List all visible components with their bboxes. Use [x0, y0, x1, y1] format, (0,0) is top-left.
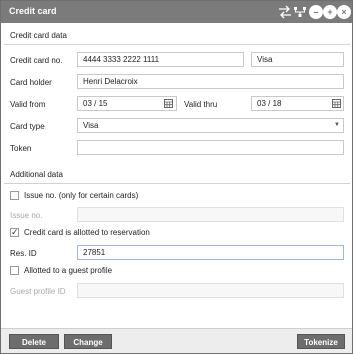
card-type-select[interactable]: Visa [77, 118, 344, 133]
maximize-icon[interactable]: + [323, 5, 337, 19]
token-input[interactable] [77, 140, 344, 155]
res-id-label: Res. ID [10, 249, 37, 258]
guest-profile-id-input[interactable] [77, 283, 344, 298]
window-title: Credit card [9, 6, 57, 16]
card-holder-input[interactable]: Henri Delacroix [77, 74, 344, 89]
change-button[interactable]: Change [64, 334, 112, 349]
card-no-label: Credit card no. [10, 56, 63, 65]
section-title-credit-card-data: Credit card data [10, 31, 67, 40]
section-title-additional-data: Additional data [10, 170, 63, 179]
checkmark-icon: ✓ [11, 227, 19, 237]
guest-profile-checkbox-label: Allotted to a guest profile [24, 266, 113, 275]
credit-card-dialog: Credit card – + × Credit card data Credi… [0, 0, 353, 354]
title-bar: Credit card – + × [1, 1, 352, 23]
close-icon[interactable]: × [337, 5, 351, 19]
card-holder-label: Card holder [10, 78, 52, 87]
delete-button[interactable]: Delete [9, 334, 59, 349]
calendar-icon[interactable] [332, 99, 341, 108]
dialog-footer: Delete Change Tokenize [1, 328, 352, 353]
minimize-icon[interactable]: – [309, 5, 323, 19]
token-label: Token [10, 144, 32, 153]
valid-from-value: 03 / 15 [83, 99, 108, 108]
swap-arrows-icon[interactable] [278, 5, 292, 19]
issue-no-checkbox[interactable] [10, 191, 19, 200]
calendar-icon[interactable] [164, 99, 173, 108]
divider [4, 183, 350, 184]
guest-profile-id-label: Guest profile ID [10, 287, 66, 296]
allotted-reservation-checkbox-label: Credit card is allotted to reservation [24, 228, 150, 237]
allotted-reservation-checkbox[interactable]: ✓ [10, 228, 19, 237]
network-icon[interactable] [293, 5, 307, 19]
valid-thru-input[interactable]: 03 / 18 [251, 96, 344, 111]
valid-from-input[interactable]: 03 / 15 [77, 96, 177, 111]
res-id-input[interactable]: 27851 [77, 245, 344, 260]
guest-profile-checkbox[interactable] [10, 266, 19, 275]
issue-no-input[interactable] [77, 207, 344, 222]
card-no-input[interactable]: 4444 3333 2222 1111 [77, 52, 244, 67]
issue-no-checkbox-label: Issue no. (only for certain cards) [24, 191, 139, 200]
valid-thru-label: Valid thru [184, 100, 218, 109]
divider [4, 44, 350, 45]
card-type-value: Visa [83, 121, 99, 130]
card-brand-input[interactable]: Visa [251, 52, 344, 67]
valid-thru-value: 03 / 18 [257, 99, 282, 108]
chevron-down-icon[interactable]: ▼ [334, 122, 340, 128]
issue-no-label: Issue no. [10, 211, 43, 220]
tokenize-button[interactable]: Tokenize [297, 334, 345, 349]
card-type-label: Card type [10, 122, 45, 131]
valid-from-label: Valid from [10, 100, 46, 109]
